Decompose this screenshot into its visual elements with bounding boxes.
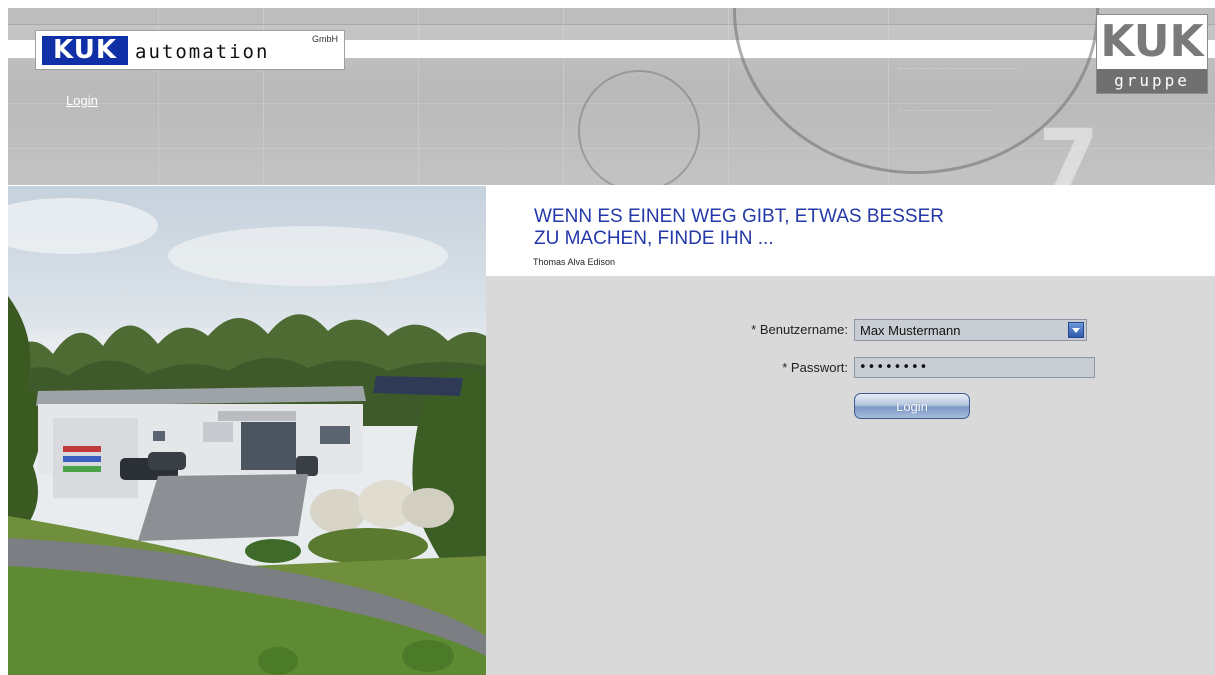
password-field[interactable]: •••••••• xyxy=(854,357,1095,378)
gruppe-brand-mark: KUK xyxy=(1100,16,1204,67)
dropdown-arrow-icon[interactable] xyxy=(1068,322,1084,338)
logo-name: automation xyxy=(135,41,270,63)
quote-author: Thomas Alva Edison xyxy=(533,257,616,267)
building-photo xyxy=(8,186,486,675)
logo-suffix: GmbH xyxy=(312,34,339,44)
username-value: Max Mustermann xyxy=(860,323,961,338)
decorative-numeral: 7 xyxy=(1038,110,1100,186)
username-select[interactable]: Max Mustermann xyxy=(854,319,1087,341)
decorative-text: — — — — — — — — — — — — — — — — — — xyxy=(898,108,992,113)
password-value: •••••••• xyxy=(859,360,929,375)
quote-area: WENN ES EINEN WEG GIBT, ETWAS BESSER ZU … xyxy=(486,186,1215,276)
kuk-automation-logo[interactable]: KUK automation GmbH xyxy=(35,30,345,70)
grid-line xyxy=(563,8,564,185)
username-label: * Benutzername: xyxy=(751,322,848,337)
grid-line xyxy=(418,8,419,185)
header-banner: 7 — — — — — — — — — — — — — — — — — — — … xyxy=(8,8,1215,185)
header-login-link[interactable]: Login xyxy=(66,93,98,108)
decorative-circle xyxy=(578,70,700,185)
gruppe-label: gruppe xyxy=(1097,69,1207,93)
password-label: * Passwort: xyxy=(782,360,848,375)
grid-line xyxy=(728,8,729,185)
login-form: * Benutzername: Max Mustermann * Passwor… xyxy=(486,276,1215,675)
login-button[interactable]: Login xyxy=(854,393,970,419)
decorative-text: — — — — — — — — — — — — — — — — — — — — … xyxy=(898,66,1018,71)
edison-quote: WENN ES EINEN WEG GIBT, ETWAS BESSER ZU … xyxy=(534,206,944,249)
kuk-gruppe-logo[interactable]: KUK gruppe xyxy=(1096,14,1208,94)
logo-brand-mark: KUK xyxy=(42,36,128,65)
